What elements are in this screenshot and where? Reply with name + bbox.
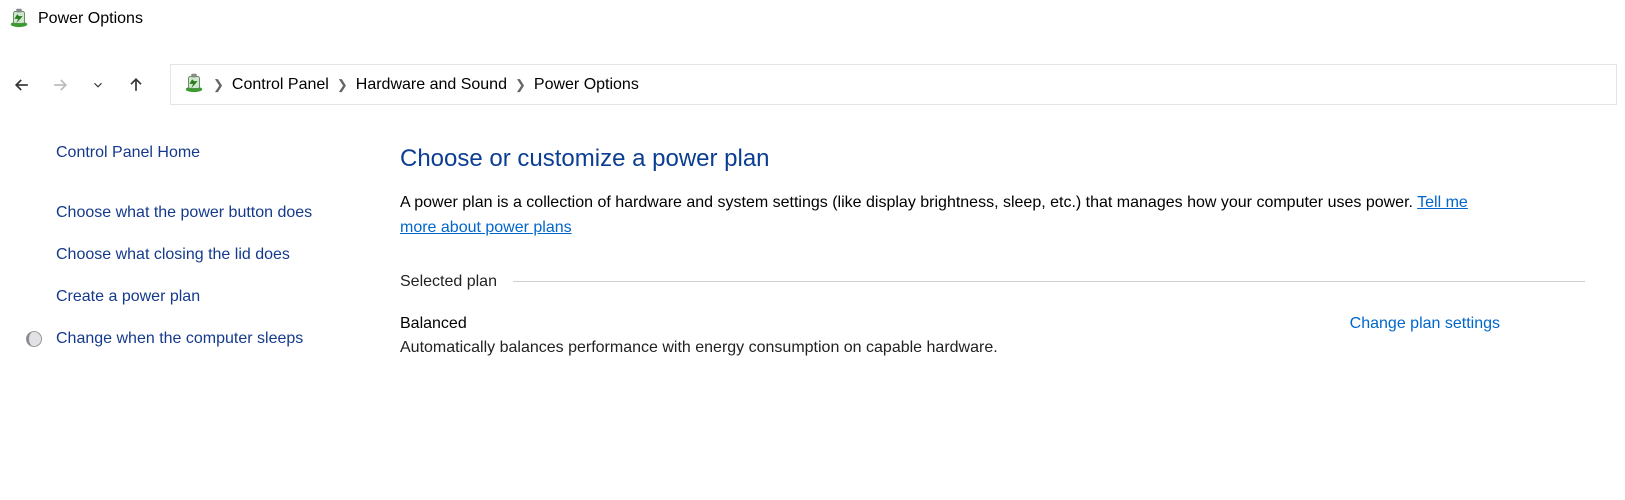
- recent-dropdown[interactable]: [84, 71, 112, 99]
- window-title: Power Options: [38, 10, 143, 28]
- breadcrumb-item[interactable]: Control Panel: [232, 76, 329, 94]
- sidebar: Control Panel Home Choose what the power…: [10, 141, 350, 369]
- page-heading: Choose or customize a power plan: [400, 145, 1585, 173]
- sidebar-link-home[interactable]: Control Panel Home: [56, 141, 350, 165]
- sidebar-link-create-plan[interactable]: Create a power plan: [56, 285, 350, 309]
- main-content: Choose or customize a power plan A power…: [400, 141, 1585, 369]
- back-button[interactable]: [8, 71, 36, 99]
- up-button[interactable]: [122, 71, 150, 99]
- breadcrumb-item[interactable]: Hardware and Sound: [356, 76, 507, 94]
- battery-icon: [8, 6, 30, 32]
- chevron-right-icon: ❯: [337, 77, 348, 93]
- description-text: A power plan is a collection of hardware…: [400, 194, 1417, 211]
- battery-icon: [183, 71, 205, 98]
- navigation-row: ❯ Control Panel ❯ Hardware and Sound ❯ P…: [0, 58, 1625, 111]
- section-label: Selected plan: [400, 273, 497, 291]
- sidebar-link-lid[interactable]: Choose what closing the lid does: [56, 243, 350, 267]
- chevron-right-icon: ❯: [213, 77, 224, 93]
- address-bar[interactable]: ❯ Control Panel ❯ Hardware and Sound ❯ P…: [170, 64, 1617, 105]
- divider: [513, 281, 1585, 282]
- forward-button[interactable]: [46, 71, 74, 99]
- section-header: Selected plan: [400, 273, 1585, 291]
- sidebar-link-power-button[interactable]: Choose what the power button does: [56, 201, 350, 225]
- change-plan-settings-link[interactable]: Change plan settings: [1350, 315, 1500, 333]
- sidebar-link-sleep[interactable]: Change when the computer sleeps: [56, 327, 350, 351]
- window-titlebar: Power Options: [0, 0, 1625, 38]
- moon-icon: [24, 329, 44, 353]
- breadcrumb-item[interactable]: Power Options: [534, 76, 639, 94]
- plan-description: Automatically balances performance with …: [400, 339, 998, 357]
- chevron-right-icon: ❯: [515, 77, 526, 93]
- plan-name: Balanced: [400, 315, 998, 333]
- page-description: A power plan is a collection of hardware…: [400, 191, 1500, 241]
- plan-row: Balanced Automatically balances performa…: [400, 315, 1500, 357]
